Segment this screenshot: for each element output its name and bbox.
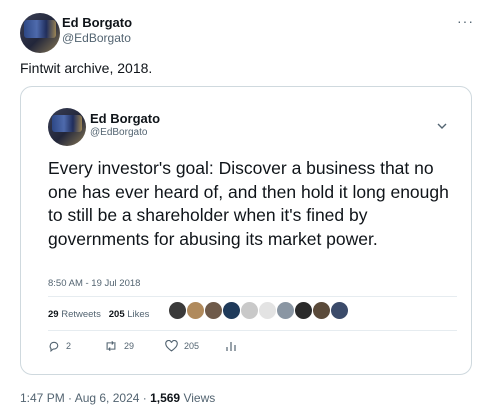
author-name[interactable]: Ed Borgato xyxy=(62,15,132,30)
views-label: Views xyxy=(180,391,216,405)
liker-avatar[interactable] xyxy=(258,301,277,320)
chevron-down-icon[interactable] xyxy=(436,120,448,132)
heart-icon xyxy=(165,340,178,352)
liker-avatar[interactable] xyxy=(330,301,349,320)
views-count: 1,569 xyxy=(150,391,181,405)
post-timestamp[interactable]: 1:47 PM · Aug 6, 2024 · xyxy=(20,391,150,405)
liker-avatar[interactable] xyxy=(186,301,205,320)
reply-count: 2 xyxy=(66,341,72,351)
liker-avatar[interactable] xyxy=(204,301,223,320)
divider xyxy=(48,296,457,297)
author-handle[interactable]: @EdBorgato xyxy=(62,31,131,45)
retweets-count[interactable]: 29 xyxy=(48,309,59,320)
liker-avatar[interactable] xyxy=(240,301,259,320)
analytics-button[interactable] xyxy=(225,340,237,352)
retweet-count: 29 xyxy=(124,341,135,351)
engagement-stats: 29 Retweets 205 Likes xyxy=(48,309,149,320)
quoted-author-handle[interactable]: @EdBorgato xyxy=(90,127,147,138)
liker-avatar[interactable] xyxy=(294,301,313,320)
likes-count[interactable]: 205 xyxy=(109,309,125,320)
retweet-button[interactable]: 29 xyxy=(104,340,134,352)
quoted-author-name[interactable]: Ed Borgato xyxy=(90,111,160,126)
quoted-author-avatar[interactable] xyxy=(48,108,86,146)
liker-avatar[interactable] xyxy=(276,301,295,320)
like-button[interactable]: 205 xyxy=(165,340,199,352)
divider xyxy=(48,330,457,331)
tweet-meta: 1:47 PM · Aug 6, 2024 · 1,569 Views xyxy=(20,391,215,405)
tweet-text: Fintwit archive, 2018. xyxy=(20,60,153,76)
quoted-timestamp[interactable]: 8:50 AM - 19 Jul 2018 xyxy=(48,278,140,289)
liker-avatar[interactable] xyxy=(312,301,331,320)
author-avatar[interactable] xyxy=(20,13,60,53)
liker-avatar[interactable] xyxy=(222,301,241,320)
liker-avatar[interactable] xyxy=(168,301,187,320)
quoted-tweet-text: Every investor's goal: Discover a busine… xyxy=(48,158,449,249)
reply-button[interactable]: 2 xyxy=(48,340,71,352)
like-count: 205 xyxy=(184,341,200,351)
analytics-icon xyxy=(226,342,236,351)
likes-label[interactable]: Likes xyxy=(127,309,149,320)
retweets-label[interactable]: Retweets xyxy=(61,309,101,320)
more-options-icon[interactable]: ··· xyxy=(457,13,474,29)
retweet-icon xyxy=(106,340,116,352)
reply-icon xyxy=(49,341,59,352)
embedded-tweet-card[interactable]: Ed Borgato @EdBorgato Every investor's g… xyxy=(20,86,472,375)
